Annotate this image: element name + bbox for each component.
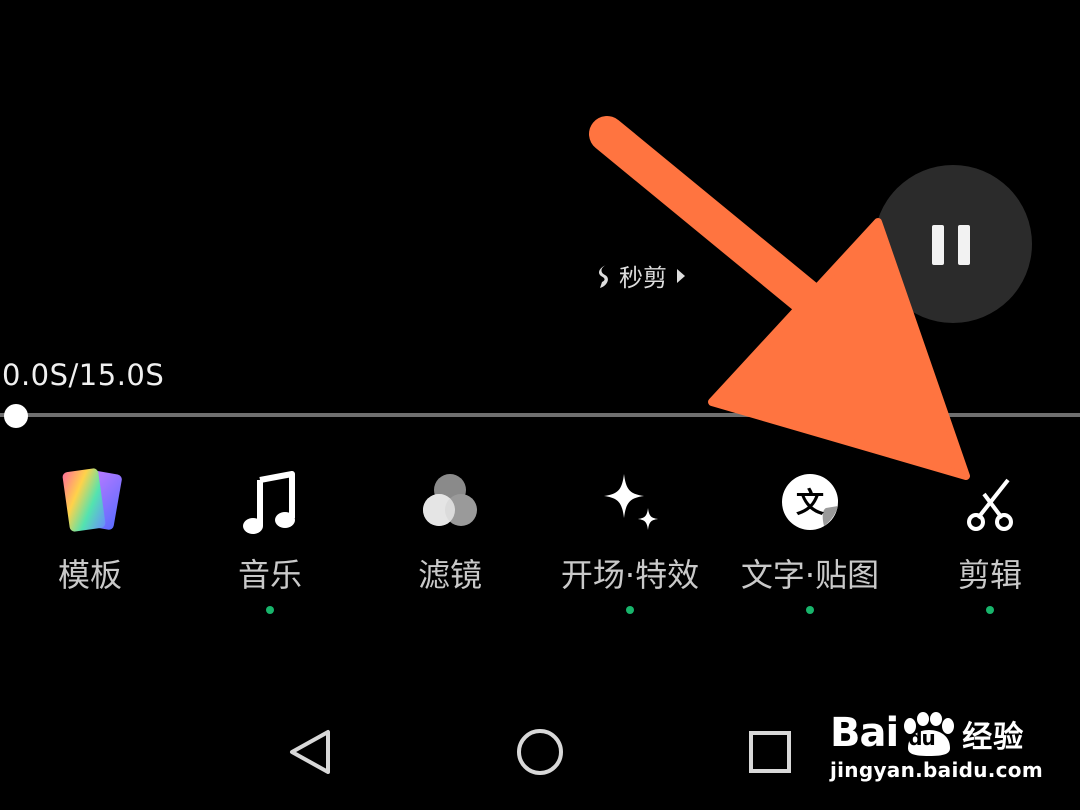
tool-music[interactable]: 音乐 bbox=[180, 462, 360, 622]
pause-icon bbox=[932, 225, 944, 265]
sparkle-icon bbox=[604, 474, 658, 530]
watermark-text: 秒剪 bbox=[619, 264, 667, 292]
new-indicator-dot bbox=[986, 606, 994, 614]
baidu-jingyan-logo: Bai du 经验 jingyan.baidu.com bbox=[826, 692, 1043, 792]
watermark: 秒剪 bbox=[597, 258, 685, 293]
baidu-logo-suffix: 经验 bbox=[962, 720, 1025, 755]
tool-cut-label: 剪辑 bbox=[957, 556, 1022, 594]
tool-effects[interactable]: 开场·特效 bbox=[540, 462, 720, 622]
text-sticker-icon: 文 bbox=[782, 473, 838, 530]
edit-toolbar: 模板 音乐 滤镜 开场·特效 文 文字·贴图 剪辑 bbox=[0, 462, 1080, 622]
baidu-logo-prefix: Bai bbox=[830, 710, 899, 756]
tool-filter[interactable]: 滤镜 bbox=[360, 462, 540, 622]
new-indicator-dot bbox=[626, 606, 634, 614]
filter-circles-icon bbox=[423, 474, 477, 526]
scissors-icon bbox=[967, 478, 1013, 531]
new-indicator-dot bbox=[266, 606, 274, 614]
paw-icon: du bbox=[900, 712, 958, 756]
tool-cut[interactable]: 剪辑 bbox=[900, 462, 1080, 622]
play-triangle-icon bbox=[677, 268, 685, 283]
pause-button[interactable] bbox=[874, 165, 1032, 323]
svg-text:文: 文 bbox=[796, 486, 824, 519]
tool-text-sticker-label: 文字·贴图 bbox=[740, 556, 880, 594]
new-indicator-dot bbox=[806, 606, 814, 614]
tool-text-sticker[interactable]: 文 文字·贴图 bbox=[720, 462, 900, 622]
music-note-icon bbox=[243, 471, 295, 534]
tool-music-label: 音乐 bbox=[237, 556, 302, 594]
pause-icon-bar bbox=[958, 225, 970, 265]
progress-handle[interactable] bbox=[4, 404, 28, 428]
progress-track[interactable] bbox=[0, 413, 1080, 417]
tool-template[interactable]: 模板 bbox=[0, 462, 180, 622]
s-logo-icon bbox=[598, 263, 609, 288]
baidu-url: jingyan.baidu.com bbox=[830, 758, 1043, 782]
annotation-arrow bbox=[589, 116, 970, 480]
recent-square-icon[interactable] bbox=[730, 712, 810, 792]
back-triangle-icon[interactable] bbox=[270, 712, 350, 792]
baidu-logo-du: du bbox=[908, 726, 936, 750]
home-circle-icon[interactable] bbox=[500, 712, 580, 792]
tool-filter-label: 滤镜 bbox=[417, 556, 482, 594]
tool-template-label: 模板 bbox=[57, 556, 122, 594]
template-cards-icon bbox=[62, 468, 122, 532]
tool-effects-label: 开场·特效 bbox=[560, 556, 700, 594]
playback-time: 0.0S/15.0S bbox=[2, 358, 165, 392]
